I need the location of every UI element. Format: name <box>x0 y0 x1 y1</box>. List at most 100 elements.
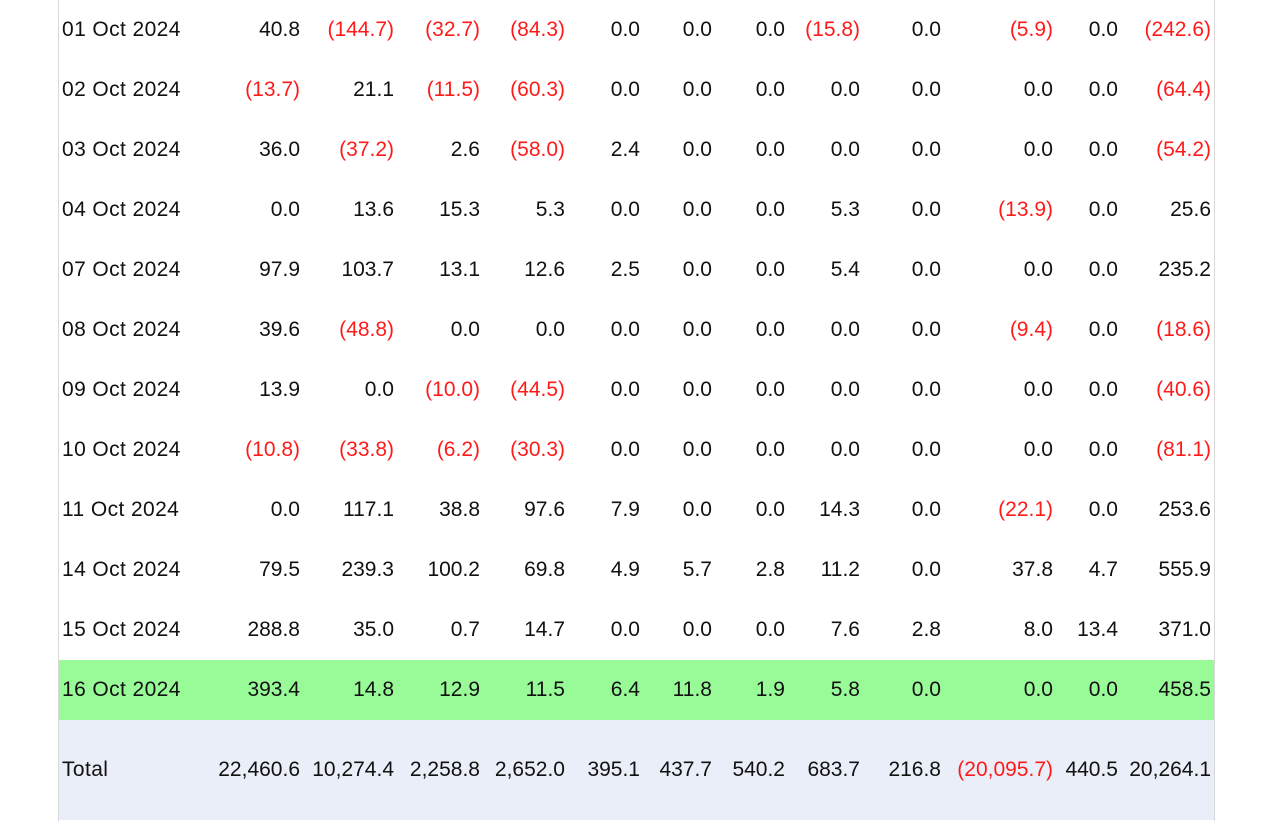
value-cell: (60.3) <box>510 78 565 101</box>
value-cell: 14.3 <box>819 498 860 521</box>
value-cell: 0.0 <box>755 198 785 221</box>
daily-flow-table: 01 Oct 2024 40.8 (144.7) (32.7) (84.3) 0.0 0.0… <box>59 0 1214 820</box>
value-cell: 0.0 <box>755 18 785 41</box>
value-cell: 0.0 <box>830 78 860 101</box>
table-row: 11 Oct 2024 0.0 117.1 38.8 97.6 7.9 0.0 0.0 14.3… <box>59 480 1214 540</box>
value-cell: 0.0 <box>863 660 944 720</box>
value-cell: 12.9 <box>397 660 483 720</box>
value-cell: 11.8 <box>643 660 715 720</box>
value-cell: (13.9) <box>998 198 1053 221</box>
value-cell: 288.8 <box>247 618 300 641</box>
value-cell: 0.0 <box>682 258 712 281</box>
value-cell: 0.0 <box>911 318 941 341</box>
value-cell: 0.0 <box>911 18 941 41</box>
value-cell: 14.7 <box>524 618 565 641</box>
value-cell: 0.0 <box>450 318 480 341</box>
table-row: 04 Oct 2024 0.0 13.6 15.3 5.3 0.0 0.0 0.0 5.3 0.0… <box>59 180 1214 240</box>
value-cell: 0.0 <box>911 258 941 281</box>
value-cell: (33.8) <box>339 438 394 461</box>
flow-table-container: 01 Oct 2024 40.8 (144.7) (32.7) (84.3) 0.0 0.0… <box>58 0 1215 821</box>
table-row: 08 Oct 2024 39.6 (48.8) 0.0 0.0 0.0 0.0 0.0 0.0 0… <box>59 300 1214 360</box>
value-cell: 0.0 <box>1088 318 1118 341</box>
value-cell: 0.0 <box>1023 78 1053 101</box>
value-cell: 0.0 <box>610 18 640 41</box>
value-cell: 0.0 <box>1088 258 1118 281</box>
value-cell: 117.1 <box>343 498 394 521</box>
value-cell: 0.0 <box>911 378 941 401</box>
value-cell: 35.0 <box>353 618 394 641</box>
total-value-cell: 440.5 <box>1056 720 1121 820</box>
value-cell: 0.0 <box>610 438 640 461</box>
value-cell: (144.7) <box>327 18 394 41</box>
total-value-cell: 2,258.8 <box>397 720 483 820</box>
value-cell: 0.0 <box>1023 438 1053 461</box>
value-cell: 2.6 <box>450 138 480 161</box>
value-cell: 0.0 <box>535 318 565 341</box>
value-cell: 0.0 <box>270 198 300 221</box>
value-cell: (15.8) <box>805 18 860 41</box>
value-cell: 2.4 <box>610 138 640 161</box>
value-cell: (22.1) <box>998 498 1053 521</box>
total-value-cell: (20,095.7) <box>944 720 1056 820</box>
value-cell: (9.4) <box>1009 318 1053 341</box>
table-row-highlighted: 16 Oct 2024 393.4 14.8 12.9 11.5 6.4 11.8 1.9 5.… <box>59 660 1214 720</box>
total-value-cell: 2,652.0 <box>483 720 568 820</box>
value-cell: 393.4 <box>211 660 303 720</box>
table-row: 14 Oct 2024 79.5 239.3 100.2 69.8 4.9 5.7 2.8 11… <box>59 540 1214 600</box>
table-row: 10 Oct 2024 (10.8) (33.8) (6.2) (30.3) 0.0 0.0… <box>59 420 1214 480</box>
value-cell: 97.6 <box>524 498 565 521</box>
value-cell: 13.4 <box>1077 618 1118 641</box>
value-cell: 0.0 <box>911 438 941 461</box>
value-cell: (37.2) <box>339 138 394 161</box>
value-cell: 0.0 <box>682 198 712 221</box>
value-cell: 40.8 <box>259 18 300 41</box>
value-cell: 11.5 <box>483 660 568 720</box>
total-value-cell: 437.7 <box>643 720 715 820</box>
value-cell: 8.0 <box>1023 618 1053 641</box>
value-cell: 0.0 <box>1023 138 1053 161</box>
value-cell: (10.8) <box>245 438 300 461</box>
value-cell: 6.4 <box>568 660 643 720</box>
value-cell: 5.4 <box>830 258 860 281</box>
value-cell: 0.0 <box>830 378 860 401</box>
value-cell: 5.8 <box>788 660 863 720</box>
value-cell: 0.0 <box>755 78 785 101</box>
value-cell: (48.8) <box>339 318 394 341</box>
value-cell: 21.1 <box>353 78 394 101</box>
value-cell: 0.0 <box>911 198 941 221</box>
value-cell: (11.5) <box>426 78 480 101</box>
value-cell: 0.0 <box>610 78 640 101</box>
value-cell: 69.8 <box>524 558 565 581</box>
value-cell: 5.7 <box>682 558 712 581</box>
value-cell: (64.4) <box>1156 78 1211 101</box>
value-cell: 0.0 <box>682 78 712 101</box>
table-row: 09 Oct 2024 13.9 0.0 (10.0) (44.5) 0.0 0.0 0.0 0… <box>59 360 1214 420</box>
value-cell: 0.0 <box>682 438 712 461</box>
value-cell: 11.2 <box>820 558 860 581</box>
value-cell: 253.6 <box>1158 498 1211 521</box>
table-row: 03 Oct 2024 36.0 (37.2) 2.6 (58.0) 2.4 0.0 0.0 0… <box>59 120 1214 180</box>
value-cell: 0.0 <box>911 558 941 581</box>
value-cell: (5.9) <box>1009 18 1053 41</box>
table-body: 01 Oct 2024 40.8 (144.7) (32.7) (84.3) 0.0 0.0… <box>59 0 1214 820</box>
value-cell: (32.7) <box>425 18 480 41</box>
value-cell: 0.0 <box>682 378 712 401</box>
value-cell: 79.5 <box>259 558 300 581</box>
value-cell: 1.9 <box>715 660 788 720</box>
value-cell: 0.0 <box>830 138 860 161</box>
value-cell: 0.0 <box>364 378 394 401</box>
value-cell: 0.0 <box>1056 660 1121 720</box>
date-cell: 16 Oct 2024 <box>59 660 211 720</box>
value-cell: 13.1 <box>439 258 480 281</box>
date-cell: 09 Oct 2024 <box>62 378 181 401</box>
table-row: 01 Oct 2024 40.8 (144.7) (32.7) (84.3) 0.0 0.0… <box>59 0 1214 60</box>
value-cell: 0.0 <box>1088 498 1118 521</box>
value-cell: (6.2) <box>436 438 480 461</box>
date-cell: 08 Oct 2024 <box>62 318 181 341</box>
value-cell: 2.8 <box>911 618 941 641</box>
value-cell: 0.0 <box>944 660 1056 720</box>
value-cell: 37.8 <box>1012 558 1053 581</box>
value-cell: 4.9 <box>610 558 640 581</box>
date-cell: 15 Oct 2024 <box>62 618 181 641</box>
value-cell: 5.3 <box>830 198 860 221</box>
